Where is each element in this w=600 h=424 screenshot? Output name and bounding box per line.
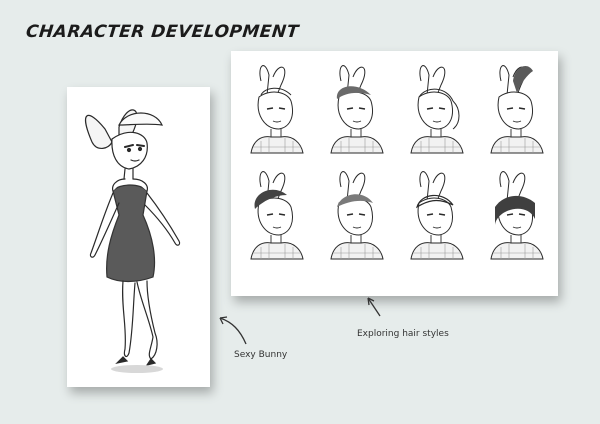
hair-variation-1 <box>250 64 304 154</box>
curved-arrow-icon <box>219 316 247 345</box>
page-title: CHARACTER DEVELOPMENT <box>24 22 300 42</box>
full-body-sketch-card <box>67 87 210 387</box>
hair-styles-sheet-card <box>231 51 558 296</box>
curved-arrow-icon <box>367 297 381 317</box>
bunny-full-body-illustration <box>84 109 181 373</box>
hair-variation-6 <box>330 170 384 260</box>
hair-variation-5 <box>250 170 304 260</box>
hair-styles-caption: Exploring hair styles <box>357 329 449 339</box>
hair-styles-illustration-grid <box>250 64 544 260</box>
hair-variation-3 <box>410 64 464 154</box>
full-body-caption: Sexy Bunny <box>234 350 288 360</box>
hair-variation-8 <box>490 170 544 260</box>
hair-variation-2 <box>330 64 384 154</box>
hair-variation-7 <box>410 170 464 260</box>
hair-variation-4 <box>490 64 544 154</box>
